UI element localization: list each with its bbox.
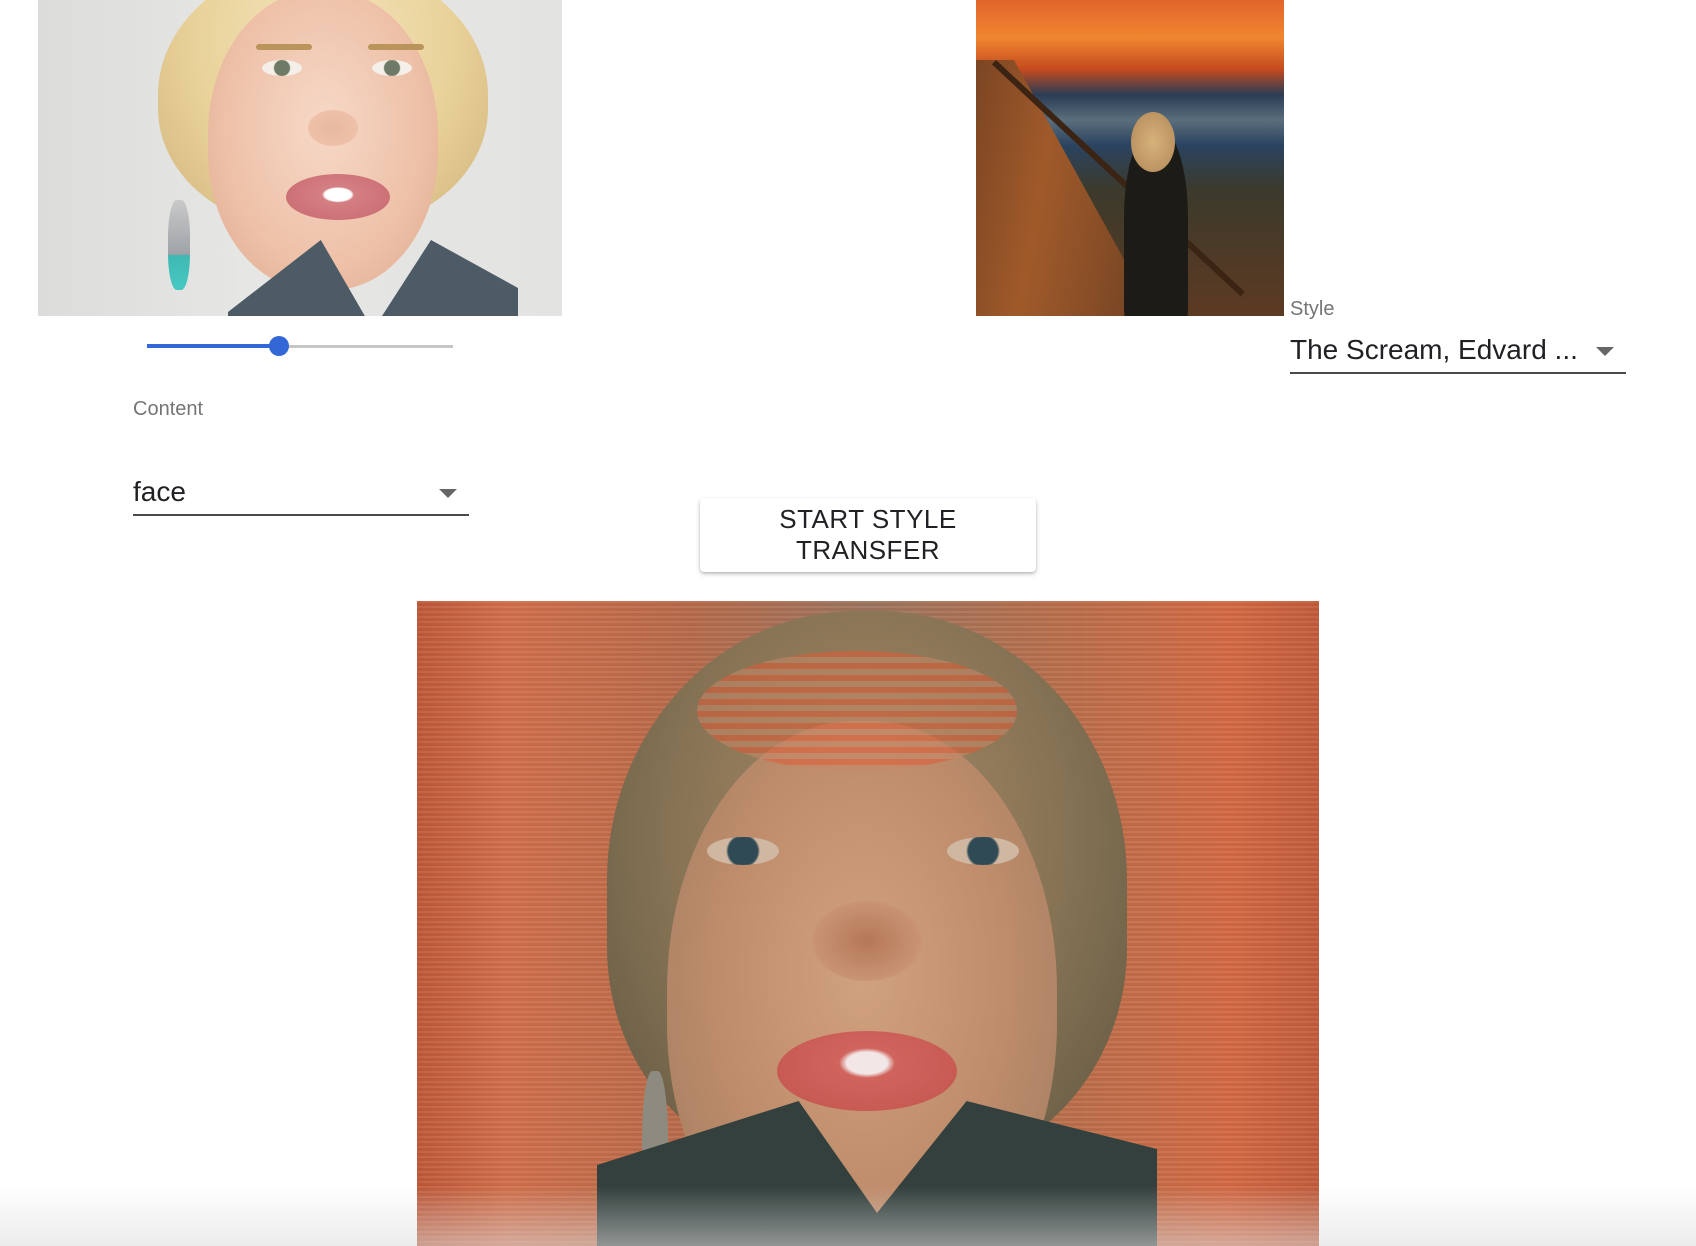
content-nose xyxy=(308,110,358,146)
style-image xyxy=(976,0,1284,316)
style-select[interactable]: The Scream, Edvard ... xyxy=(1290,330,1626,374)
content-image xyxy=(38,0,562,316)
result-forehead-streaks xyxy=(697,651,1017,771)
content-eye-right xyxy=(372,60,412,76)
content-select-value: face xyxy=(133,476,186,507)
style-select-label: Style xyxy=(1290,298,1335,320)
dropdown-arrow-icon[interactable] xyxy=(1596,347,1614,356)
style-select-value: The Scream, Edvard ... xyxy=(1290,334,1578,365)
result-lips xyxy=(777,1031,957,1111)
style-figure-head xyxy=(1131,112,1175,172)
content-lips xyxy=(286,174,390,220)
slider-thumb[interactable] xyxy=(268,336,289,356)
result-nose xyxy=(812,901,922,981)
dropdown-arrow-icon[interactable] xyxy=(439,489,457,498)
content-size-slider[interactable] xyxy=(147,334,453,358)
result-image xyxy=(417,601,1319,1246)
content-earring xyxy=(168,200,190,290)
content-brow-right xyxy=(368,44,424,50)
content-eye-left xyxy=(262,60,302,76)
content-select-label: Content xyxy=(133,398,204,420)
start-style-transfer-button[interactable]: START STYLE TRANSFER xyxy=(700,498,1036,572)
result-eye-right xyxy=(947,837,1019,865)
content-brow-left xyxy=(256,44,312,50)
slider-fill xyxy=(147,344,279,348)
content-select[interactable]: face xyxy=(133,472,469,516)
result-eye-left xyxy=(707,837,779,865)
